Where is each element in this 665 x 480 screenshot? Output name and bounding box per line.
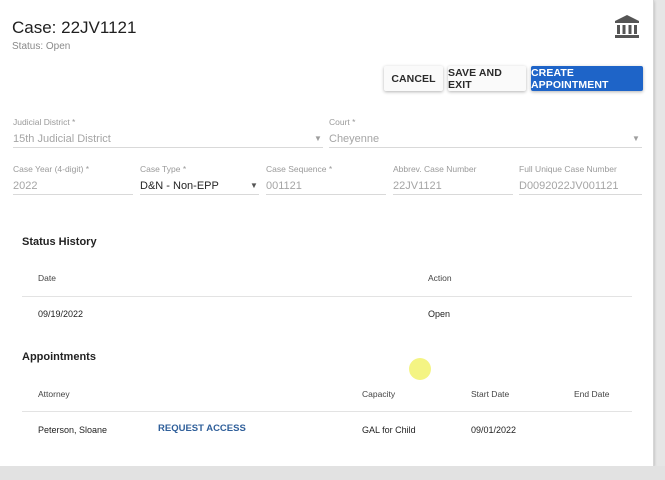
case-sequence-label: Case Sequence *	[266, 164, 333, 174]
page-background-strip	[0, 466, 665, 480]
field-underline	[329, 147, 642, 148]
full-unique-case-number-label: Full Unique Case Number	[519, 164, 617, 174]
field-underline	[13, 147, 323, 148]
field-underline	[266, 194, 386, 195]
request-access-link[interactable]: REQUEST ACCESS	[158, 423, 246, 434]
judicial-district-value: 15th Judicial District	[13, 133, 111, 145]
field-underline	[140, 194, 259, 195]
court-label: Court *	[329, 117, 356, 127]
appointment-start-date: 09/01/2022	[471, 425, 517, 435]
page-title: Case: 22JV1121	[12, 18, 137, 37]
case-year-field[interactable]: Case Year (4-digit) * 2022	[13, 164, 133, 195]
status-value: Open	[45, 41, 71, 52]
status-history-date: 09/19/2022	[38, 309, 84, 319]
chevron-down-icon: ▼	[250, 181, 258, 190]
column-header-attorney: Attorney	[38, 389, 70, 399]
judicial-district-label: Judicial District *	[13, 117, 76, 127]
case-type-value: D&N - Non-EPP	[140, 180, 219, 192]
cursor-highlight	[409, 358, 431, 380]
column-header-start-date: Start Date	[471, 389, 510, 399]
cancel-button[interactable]: CANCEL	[384, 66, 443, 91]
judicial-district-select[interactable]: Judicial District * 15th Judicial Distri…	[13, 117, 323, 148]
case-status: Status: Open	[12, 41, 70, 52]
field-underline	[393, 194, 513, 195]
divider	[22, 411, 632, 412]
status-history-title: Status History	[22, 236, 97, 248]
abbrev-case-number-value: 22JV1121	[393, 180, 442, 192]
case-type-label: Case Type *	[140, 164, 187, 174]
court-select[interactable]: Court * Cheyenne ▼	[329, 117, 642, 148]
abbrev-case-number-label: Abbrev. Case Number	[393, 164, 477, 174]
courthouse-icon	[615, 15, 639, 38]
field-underline	[519, 194, 642, 195]
case-year-value: 2022	[13, 180, 38, 192]
save-and-exit-button[interactable]: SAVE AND EXIT	[448, 66, 526, 91]
case-type-select[interactable]: Case Type * D&N - Non-EPP ▼	[140, 164, 259, 195]
column-header-action: Action	[428, 273, 452, 283]
abbrev-case-number-field: Abbrev. Case Number 22JV1121	[393, 164, 513, 195]
create-appointment-button[interactable]: CREATE APPOINTMENT	[531, 66, 643, 91]
chevron-down-icon: ▼	[314, 134, 322, 143]
full-unique-case-number-value: D0092022JV001121	[519, 180, 619, 192]
appointments-title: Appointments	[22, 351, 96, 363]
case-sequence-field[interactable]: Case Sequence * 001121	[266, 164, 386, 195]
divider	[22, 296, 632, 297]
case-year-label: Case Year (4-digit) *	[13, 164, 90, 174]
case-card: Case: 22JV1121 Status: Open CANCEL SAVE …	[0, 0, 654, 466]
column-header-capacity: Capacity	[362, 389, 396, 399]
chevron-down-icon: ▼	[632, 134, 640, 143]
column-header-date: Date	[38, 273, 56, 283]
full-unique-case-number-field: Full Unique Case Number D0092022JV001121	[519, 164, 642, 195]
appointment-capacity: GAL for Child	[362, 425, 416, 435]
field-underline	[13, 194, 133, 195]
court-value: Cheyenne	[329, 133, 380, 145]
status-history-action: Open	[428, 309, 451, 319]
case-sequence-value: 001121	[266, 180, 302, 192]
appointment-attorney: Peterson, Sloane	[38, 425, 108, 435]
status-label: Status:	[12, 41, 46, 52]
column-header-end-date: End Date	[574, 389, 610, 399]
